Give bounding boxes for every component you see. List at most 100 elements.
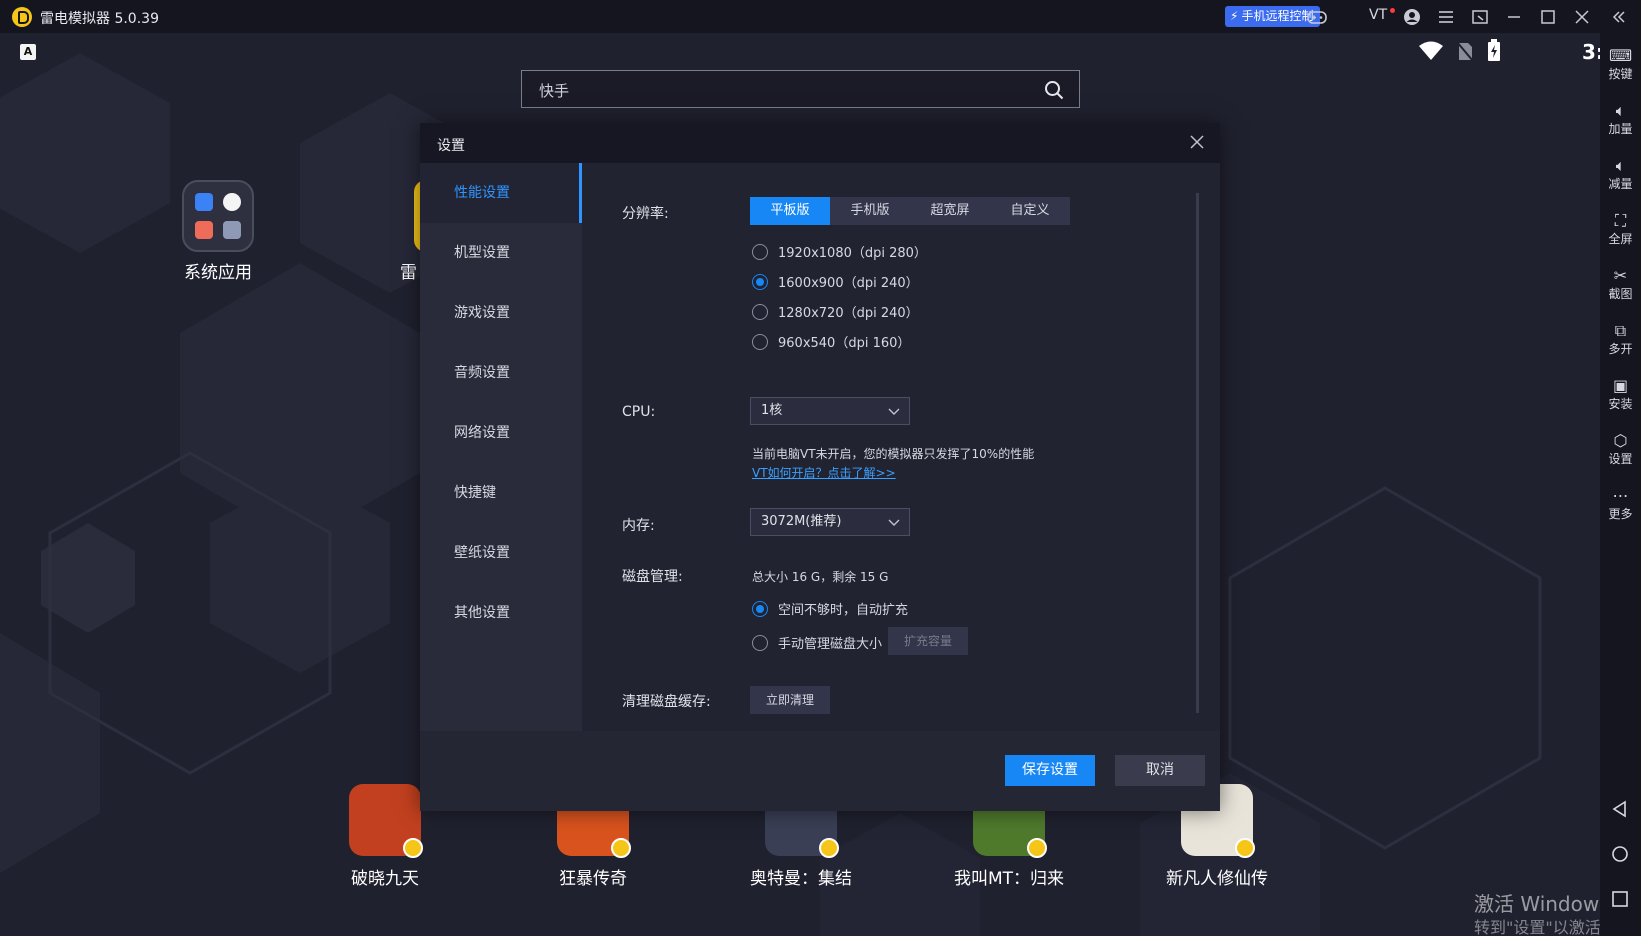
tab-phone[interactable]: 手机版 (830, 197, 910, 225)
sidebar-item-volume-up[interactable]: 🔈︎ 加量 (1600, 100, 1641, 136)
sidebar-item-volume-down[interactable]: 🔈︎ 减量 (1600, 155, 1641, 191)
nav-audio[interactable]: 音频设置 (420, 343, 582, 403)
fullscreen-icon: ⛶ (1614, 211, 1627, 230)
apk-icon: ▣ (1612, 376, 1629, 395)
gallery-app-icon (195, 221, 213, 239)
poxiao-app-icon (349, 784, 423, 858)
avatar-icon[interactable] (1401, 6, 1423, 28)
sidebar-item-install[interactable]: ▣ 安装 (1600, 375, 1641, 411)
resolution-option-1600[interactable]: 1600x900（dpi 240） (752, 272, 919, 291)
radio-button[interactable] (752, 243, 768, 260)
save-settings-button[interactable]: 保存设置 (1005, 755, 1095, 786)
title-bar: 雷电模拟器 5.0.39 ⚡ 手机远程控制 VT (0, 0, 1641, 33)
sidebar-item-more[interactable]: ⋯ 更多 (1600, 485, 1641, 521)
resolution-option-label: 1280x720（dpi 240） (778, 306, 919, 321)
dialog-close-icon[interactable] (1186, 131, 1208, 153)
ld-badge-icon (819, 838, 839, 858)
app-logo-icon (12, 7, 32, 27)
resolution-mode-tabs: 平板版 手机版 超宽屏 自定义 (750, 197, 1070, 225)
ld-badge-icon (1027, 838, 1047, 858)
gamepad-icon[interactable] (1306, 6, 1328, 28)
system-apps-folder[interactable] (182, 180, 254, 252)
vt-warning-text: 当前电脑VT未开启，您的模拟器只发挥了10%的性能 (752, 447, 1035, 461)
home-icon[interactable] (1610, 844, 1630, 864)
radio-button-selected[interactable] (752, 273, 768, 290)
battery-charging-icon (1488, 39, 1500, 61)
lightning-icon: ⚡ (1230, 9, 1239, 23)
performance-settings-panel: 分辨率: 平板版 手机版 超宽屏 自定义 1920x1080（dpi 280） … (582, 163, 1220, 731)
clear-cache-button[interactable]: 立即清理 (750, 686, 830, 714)
nav-performance[interactable]: 性能设置 (420, 163, 582, 223)
disk-auto-expand-label: 空间不够时，自动扩充 (778, 603, 909, 618)
radio-button[interactable] (752, 303, 768, 320)
radio-button[interactable] (752, 634, 768, 651)
disk-manual-label: 手动管理磁盘大小 (778, 637, 883, 652)
volume-up-icon: 🔈︎ (1615, 101, 1626, 120)
resolution-option-label: 1600x900（dpi 240） (778, 276, 919, 291)
resolution-option-label: 1920x1080（dpi 280） (778, 246, 927, 261)
disk-summary: 总大小 16 G，剩余 15 G (752, 570, 889, 584)
window-title: 雷电模拟器 5.0.39 (40, 11, 159, 27)
memory-select[interactable]: 3072M(推荐) (750, 508, 910, 536)
nav-game[interactable]: 游戏设置 (420, 283, 582, 343)
dock-app-label: 新凡人修仙传 (1166, 869, 1268, 889)
cpu-select-value: 1核 (761, 403, 783, 418)
nav-network[interactable]: 网络设置 (420, 403, 582, 463)
resolution-label: 分辨率: (622, 206, 669, 222)
tab-custom[interactable]: 自定义 (990, 197, 1070, 225)
scissors-icon: ✂ (1613, 266, 1628, 285)
gear-icon: ⬡ (1613, 431, 1628, 450)
menu-icon[interactable] (1435, 6, 1457, 28)
settings-dialog: 设置 性能设置 机型设置 游戏设置 音频设置 网络设置 快捷键 壁纸设置 其他设… (420, 123, 1220, 811)
ld-badge-icon (611, 838, 631, 858)
settings-app-icon (195, 193, 213, 211)
vt-alert-dot (1390, 8, 1395, 13)
memory-select-value: 3072M(推荐) (761, 514, 842, 529)
clear-cache-label: 清理磁盘缓存: (622, 694, 711, 710)
disk-manual-option[interactable]: 手动管理磁盘大小 (752, 633, 882, 652)
nav-other[interactable]: 其他设置 (420, 583, 582, 643)
nav-shortcuts[interactable]: 快捷键 (420, 463, 582, 523)
sidebar-item-fullscreen[interactable]: ⛶ 全屏 (1600, 210, 1641, 246)
collapse-sidebar-icon[interactable] (1608, 6, 1630, 28)
sidebar-item-screenshot[interactable]: ✂ 截图 (1600, 265, 1641, 301)
sidebar-item-settings[interactable]: ⬡ 设置 (1600, 430, 1641, 466)
nav-device-model[interactable]: 机型设置 (420, 223, 582, 283)
memory-label: 内存: (622, 518, 655, 534)
close-icon[interactable] (1571, 6, 1593, 28)
dialog-title: 设置 (437, 138, 465, 154)
search-icon[interactable] (1043, 79, 1065, 101)
ld-store-app-label: 雷 (400, 263, 417, 283)
radio-button-selected[interactable] (752, 600, 768, 617)
cpu-select[interactable]: 1核 (750, 397, 910, 425)
maximize-icon[interactable] (1537, 6, 1559, 28)
radio-button[interactable] (752, 333, 768, 350)
popout-icon[interactable] (1469, 6, 1491, 28)
minimize-icon[interactable] (1503, 6, 1525, 28)
resolution-option-960[interactable]: 960x540（dpi 160） (752, 332, 910, 351)
app-search-bar[interactable]: 快手 (521, 70, 1080, 108)
sidebar-item-keys[interactable]: ⌨ 按键 (1600, 45, 1641, 81)
back-icon[interactable] (1610, 799, 1630, 819)
tab-tablet[interactable]: 平板版 (750, 197, 830, 225)
vt-indicator[interactable]: VT (1369, 7, 1387, 23)
no-sim-icon (1456, 41, 1474, 62)
search-input[interactable]: 快手 (539, 80, 569, 101)
sidebar-item-multi-instance[interactable]: ⧉ 多开 (1600, 320, 1641, 356)
dock-app-label: 破晓九天 (351, 869, 419, 889)
tab-ultrawide[interactable]: 超宽屏 (910, 197, 990, 225)
dock-app-label: 我叫MT：归来 (953, 869, 1065, 889)
settings-nav: 性能设置 机型设置 游戏设置 音频设置 网络设置 快捷键 壁纸设置 其他设置 (420, 163, 582, 731)
content-scrollbar[interactable] (1196, 193, 1199, 713)
recents-icon[interactable] (1610, 889, 1630, 909)
volume-down-icon: 🔈︎ (1615, 156, 1626, 175)
resolution-option-1280[interactable]: 1280x720（dpi 240） (752, 302, 919, 321)
nav-wallpaper[interactable]: 壁纸设置 (420, 523, 582, 583)
disk-auto-expand-option[interactable]: 空间不够时，自动扩充 (752, 599, 908, 618)
ld-badge-icon (1235, 838, 1255, 858)
dialog-header: 设置 (420, 123, 1220, 163)
cancel-button[interactable]: 取消 (1115, 755, 1205, 786)
resolution-option-1920[interactable]: 1920x1080（dpi 280） (752, 242, 927, 261)
expand-capacity-button[interactable]: 扩充容量 (888, 627, 968, 655)
vt-help-link[interactable]: VT如何开启？点击了解>> (752, 464, 896, 481)
